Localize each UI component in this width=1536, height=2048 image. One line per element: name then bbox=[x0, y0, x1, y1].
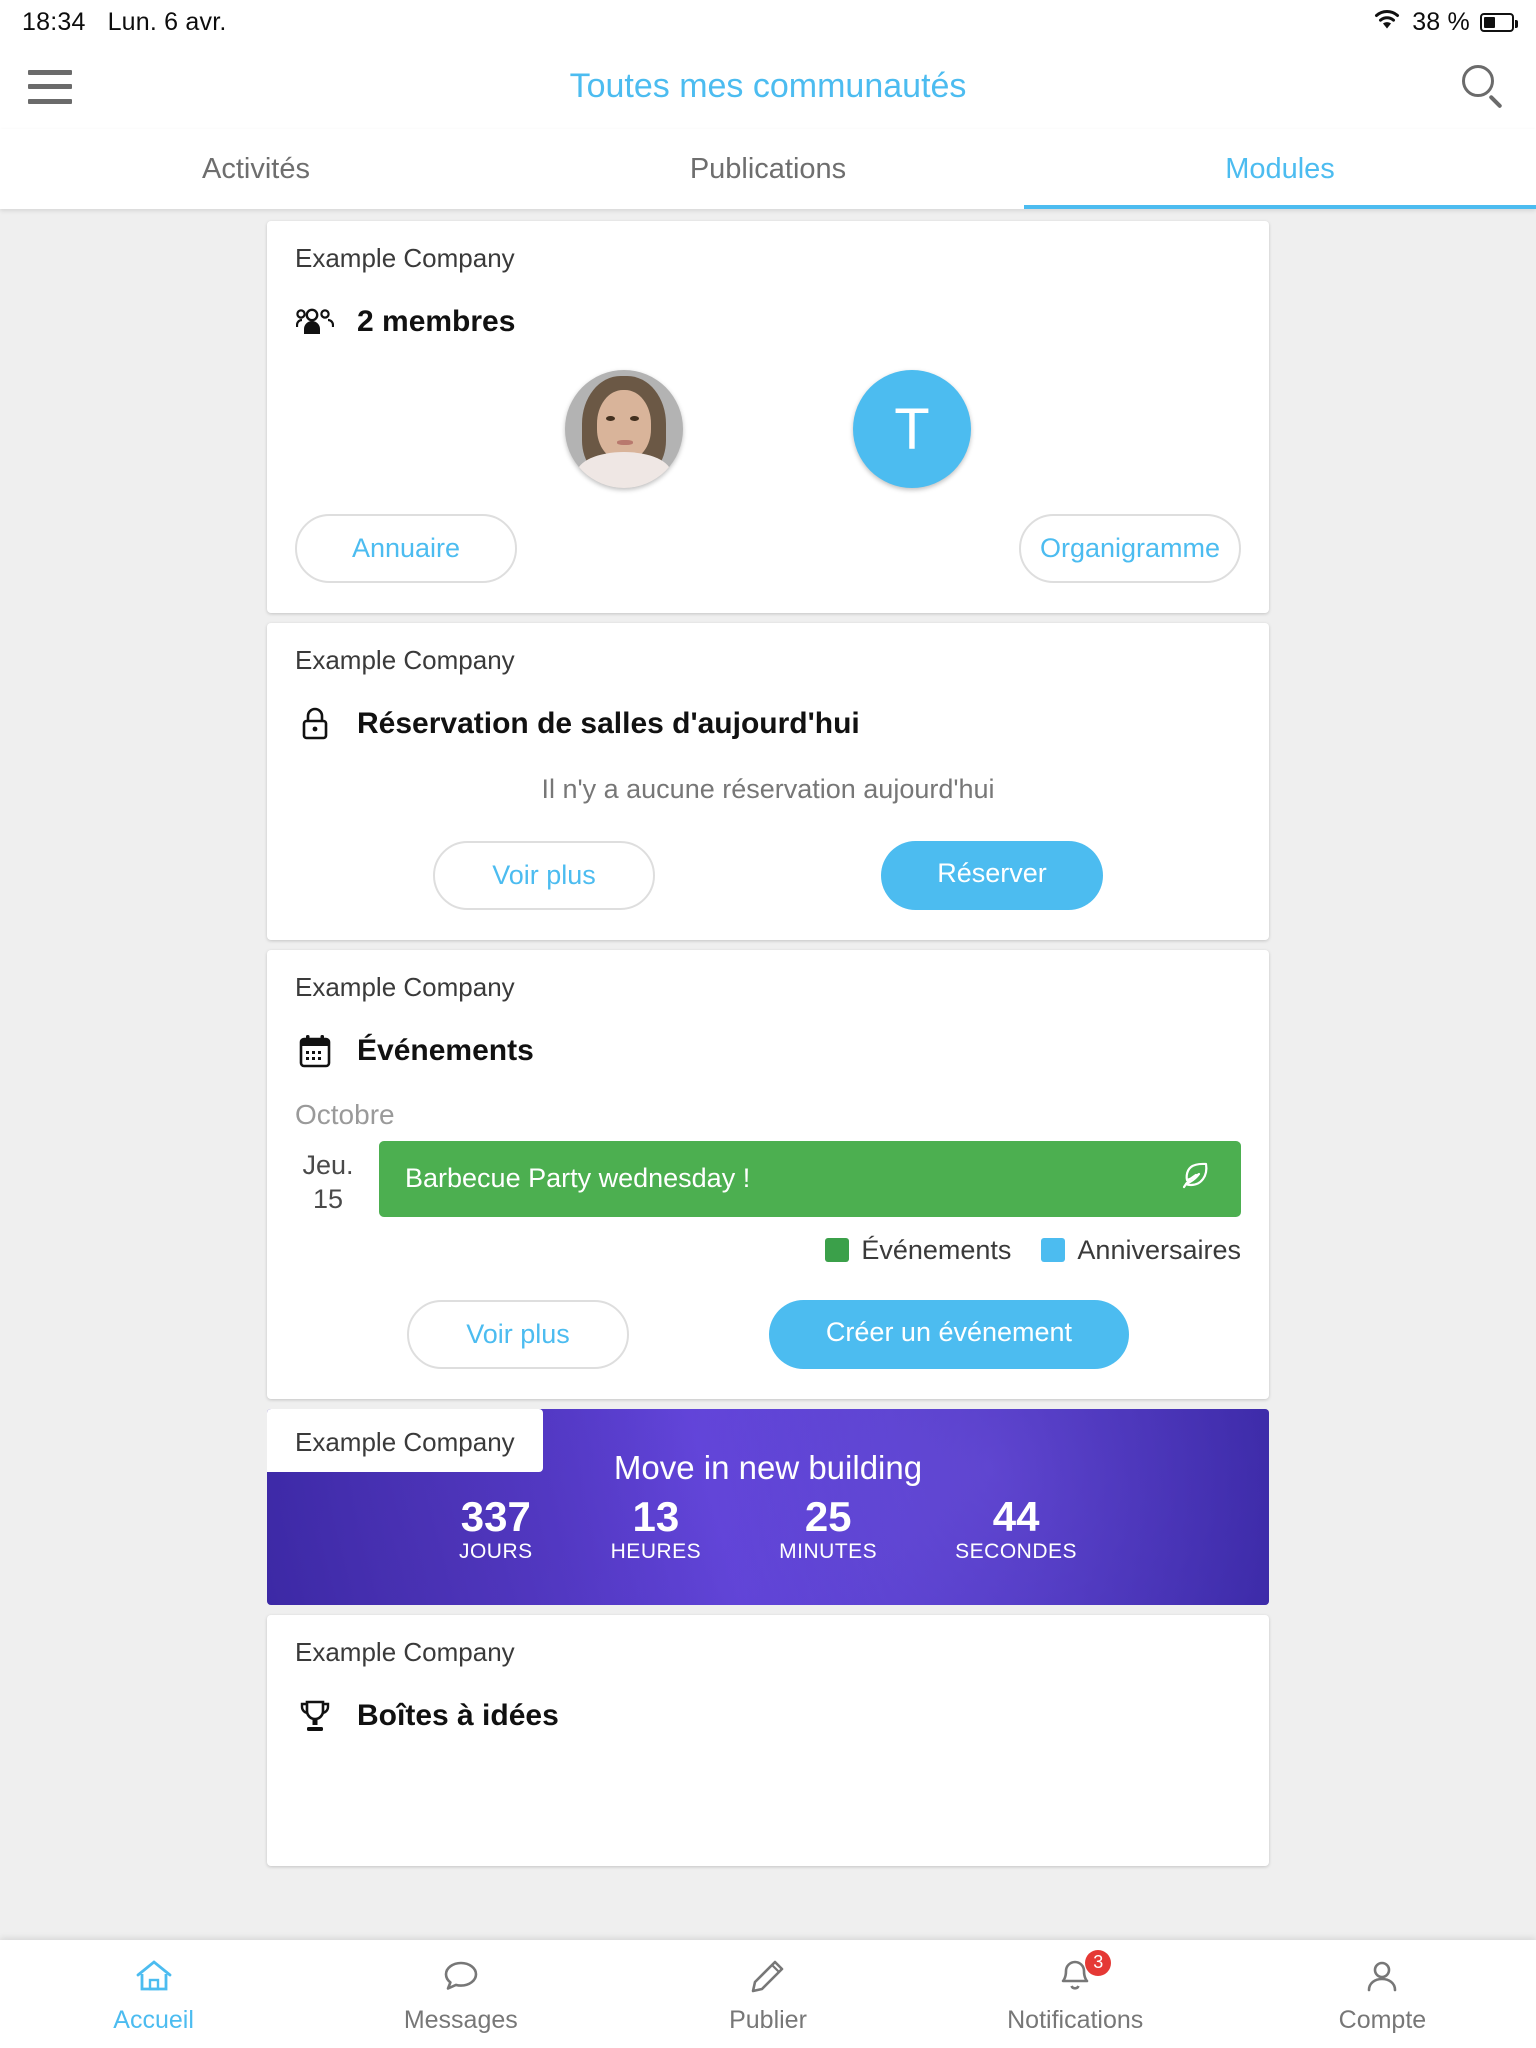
battery-icon bbox=[1480, 12, 1518, 32]
modules-scroll-area[interactable]: Example Company 2 membres T Annuaire Org… bbox=[0, 209, 1536, 1940]
nav-item-accueil[interactable]: Accueil bbox=[0, 1954, 307, 2035]
card-company-label: Example Company bbox=[295, 972, 515, 1002]
person-icon bbox=[1360, 1954, 1404, 1998]
event-title: Barbecue Party wednesday ! bbox=[405, 1163, 751, 1194]
countdown-unit-minutes: 25 MINUTES bbox=[779, 1495, 877, 1563]
card-company-label: Example Company bbox=[295, 1636, 515, 1667]
room-reservation-title: Réservation de salles d'aujourd'hui bbox=[357, 707, 860, 740]
countdown-label: MINUTES bbox=[779, 1539, 878, 1563]
nav-label: Compte bbox=[1338, 2005, 1427, 2034]
battery-percent: 38 % bbox=[1412, 7, 1470, 36]
hamburger-menu-icon[interactable] bbox=[28, 69, 72, 104]
tab-publications[interactable]: Publications bbox=[512, 129, 1024, 209]
event-list-item[interactable]: Jeu. 15 Barbecue Party wednesday ! bbox=[267, 1131, 1269, 1217]
calendar-icon bbox=[295, 1031, 335, 1071]
avatar[interactable]: T bbox=[853, 370, 971, 488]
card-company-label: Example Company bbox=[267, 1408, 543, 1472]
countdown-label: SECONDES bbox=[955, 1539, 1078, 1563]
status-date: Lun. 6 avr. bbox=[107, 7, 227, 36]
chat-bubble-icon bbox=[439, 1954, 483, 1998]
card-company-label: Example Company bbox=[295, 645, 515, 675]
reserver-button[interactable]: Réserver bbox=[881, 841, 1103, 910]
ideas-card: Example Company Boîtes à idées bbox=[267, 1614, 1269, 1866]
countdown-unit-heures: 13 HEURES bbox=[611, 1495, 702, 1563]
voir-plus-button[interactable]: Voir plus bbox=[433, 841, 655, 910]
legend-item-evenements: Événements bbox=[825, 1235, 1011, 1266]
legend-swatch-anniversaires bbox=[1041, 1238, 1066, 1262]
nav-item-messages[interactable]: Messages bbox=[307, 1954, 614, 2035]
members-card: Example Company 2 membres T Annuaire Org… bbox=[267, 221, 1269, 613]
countdown-value: 25 bbox=[804, 1493, 852, 1541]
avatar[interactable] bbox=[565, 370, 683, 488]
event-date: Jeu. 15 bbox=[295, 1141, 361, 1217]
nav-label: Accueil bbox=[113, 2005, 194, 2034]
countdown-value: 13 bbox=[632, 1493, 680, 1541]
nav-item-publier[interactable]: Publier bbox=[614, 1954, 921, 2035]
organigramme-button[interactable]: Organigramme bbox=[1019, 514, 1241, 583]
events-legend: Événements Anniversaires bbox=[267, 1217, 1269, 1266]
nav-item-compte[interactable]: Compte bbox=[1229, 1954, 1536, 2035]
no-reservation-message: Il n'y a aucune réservation aujourd'hui bbox=[541, 774, 995, 804]
legend-swatch-evenements bbox=[825, 1238, 850, 1262]
creer-evenement-button[interactable]: Créer un événement bbox=[769, 1299, 1129, 1369]
events-voir-plus-button[interactable]: Voir plus bbox=[407, 1299, 629, 1369]
tab-modules[interactable]: Modules bbox=[1024, 129, 1536, 209]
tab-bar: Activités Publications Modules bbox=[0, 129, 1536, 209]
status-bar: 18:34 Lun. 6 avr. 38 % bbox=[0, 0, 1536, 44]
members-avatars: T bbox=[267, 342, 1269, 488]
countdown-value: 44 bbox=[992, 1493, 1040, 1541]
countdown-value: 337 bbox=[460, 1493, 531, 1541]
members-count-label: 2 membres bbox=[357, 305, 516, 338]
countdown-label: HEURES bbox=[610, 1539, 702, 1563]
bottom-navigation: Accueil Messages Publier 3 Notifications bbox=[0, 1940, 1536, 2048]
countdown-title: Move in new building bbox=[613, 1449, 923, 1487]
legend-item-anniversaires: Anniversaires bbox=[1041, 1235, 1241, 1266]
countdown-label: JOURS bbox=[458, 1539, 533, 1563]
search-icon[interactable] bbox=[1458, 62, 1508, 112]
countdown-card[interactable]: Example Company Move in new building 337… bbox=[267, 1408, 1269, 1605]
card-company-label: Example Company bbox=[295, 243, 515, 273]
home-icon bbox=[132, 1954, 176, 1998]
notification-badge: 3 bbox=[1085, 1949, 1112, 1976]
events-card: Example Company Événements Octobre Jeu. bbox=[267, 950, 1269, 1399]
tab-activites[interactable]: Activités bbox=[0, 129, 512, 209]
lock-icon bbox=[295, 704, 335, 744]
leaf-icon bbox=[1175, 1155, 1215, 1202]
legend-label: Anniversaires bbox=[1077, 1234, 1241, 1265]
wifi-icon bbox=[1372, 7, 1402, 38]
events-month-label: Octobre bbox=[295, 1099, 395, 1130]
nav-label: Messages bbox=[403, 2005, 518, 2034]
bell-icon: 3 bbox=[1053, 1949, 1112, 1998]
trophy-icon bbox=[295, 1696, 335, 1736]
status-time: 18:34 bbox=[22, 7, 86, 36]
legend-label: Événements bbox=[861, 1234, 1012, 1265]
annuaire-button[interactable]: Annuaire bbox=[295, 514, 517, 583]
nav-label: Notifications bbox=[1007, 2005, 1144, 2034]
events-title: Événements bbox=[357, 1034, 534, 1067]
countdown-unit-secondes: 44 SECONDES bbox=[955, 1495, 1077, 1563]
event-bar[interactable]: Barbecue Party wednesday ! bbox=[379, 1141, 1241, 1217]
app-screen: 18:34 Lun. 6 avr. 38 % Toutes mes commun… bbox=[0, 0, 1536, 2048]
app-header: Toutes mes communautés bbox=[0, 44, 1536, 129]
event-day-name: Jeu. bbox=[302, 1150, 354, 1180]
nav-item-notifications[interactable]: 3 Notifications bbox=[922, 1949, 1229, 2035]
pencil-icon bbox=[746, 1954, 790, 1998]
countdown-unit-jours: 337 JOURS bbox=[459, 1495, 533, 1563]
people-group-icon bbox=[295, 302, 335, 342]
room-reservation-card: Example Company Réservation de salles d'… bbox=[267, 623, 1269, 940]
ideas-title: Boîtes à idées bbox=[357, 1698, 559, 1732]
event-day-number: 15 bbox=[312, 1183, 344, 1214]
nav-label: Publier bbox=[729, 2005, 807, 2034]
page-title: Toutes mes communautés bbox=[569, 67, 967, 105]
